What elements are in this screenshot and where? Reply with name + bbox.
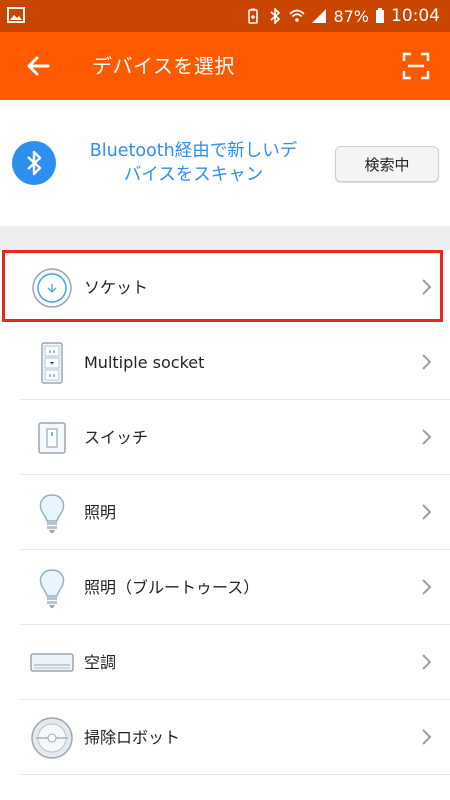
list-item-label: スイッチ bbox=[84, 428, 149, 447]
list-item-light-bluetooth[interactable]: 照明（ブルートゥース） bbox=[20, 550, 450, 625]
arrow-left-icon[interactable] bbox=[22, 50, 54, 82]
bulb-icon bbox=[39, 494, 65, 533]
list-item-robot-vacuum[interactable]: 掃除ロボット bbox=[20, 700, 450, 775]
switch-icon bbox=[38, 422, 66, 454]
battery-saver-icon bbox=[248, 8, 259, 24]
list-item-light[interactable]: 照明 bbox=[20, 475, 450, 550]
status-bar: 87% 10:04 bbox=[0, 0, 450, 32]
section-divider bbox=[0, 226, 450, 250]
multiple-socket-icon bbox=[41, 342, 63, 384]
clock: 10:04 bbox=[391, 6, 440, 26]
qr-scan-icon[interactable] bbox=[402, 52, 430, 80]
bluetooth-scan-text: Bluetooth経由で新しいデ バイスをスキャン bbox=[66, 139, 321, 187]
bluetooth-scan-text-line2: バイスをスキャン bbox=[123, 165, 264, 185]
list-item-multiple-socket[interactable]: Multiple socket bbox=[20, 325, 450, 400]
list-item-switch[interactable]: スイッチ bbox=[20, 400, 450, 475]
divider bbox=[20, 774, 450, 775]
bulb-icon bbox=[39, 569, 65, 608]
chevron-right-icon bbox=[422, 429, 432, 445]
chevron-right-icon bbox=[422, 504, 432, 520]
bluetooth-scan-text-line1: Bluetooth経由で新しいデ bbox=[89, 141, 298, 161]
battery-percent: 87% bbox=[333, 6, 369, 26]
status-icons: 87% 10:04 bbox=[245, 0, 440, 32]
chevron-right-icon bbox=[422, 729, 432, 745]
list-item-label: Multiple socket bbox=[84, 353, 205, 372]
list-item-air-conditioner[interactable]: 空調 bbox=[20, 625, 450, 700]
app-bar: デバイスを選択 bbox=[0, 32, 450, 100]
bluetooth-icon bbox=[12, 141, 56, 185]
chevron-right-icon bbox=[422, 654, 432, 670]
list-item-label: 掃除ロボット bbox=[84, 728, 181, 747]
air-conditioner-icon bbox=[30, 653, 74, 672]
page-title: デバイスを選択 bbox=[92, 54, 235, 78]
signal-icon bbox=[312, 9, 327, 23]
robot-vacuum-icon bbox=[31, 717, 73, 759]
chevron-right-icon bbox=[422, 354, 432, 370]
bluetooth-icon bbox=[270, 8, 281, 24]
wifi-icon bbox=[289, 9, 306, 22]
list-item-label: 照明 bbox=[84, 503, 117, 522]
list-item-label: 照明（ブルートゥース） bbox=[84, 578, 260, 597]
selection-highlight bbox=[2, 250, 443, 322]
searching-button[interactable]: 検索中 bbox=[335, 146, 439, 182]
list-item-label: 空調 bbox=[84, 653, 117, 672]
battery-icon bbox=[376, 8, 384, 23]
image-icon bbox=[7, 7, 25, 23]
chevron-right-icon bbox=[422, 579, 432, 595]
device-list: ソケット Multiple socket スイッチ 照明 照明（ブルートゥース）… bbox=[0, 250, 450, 800]
